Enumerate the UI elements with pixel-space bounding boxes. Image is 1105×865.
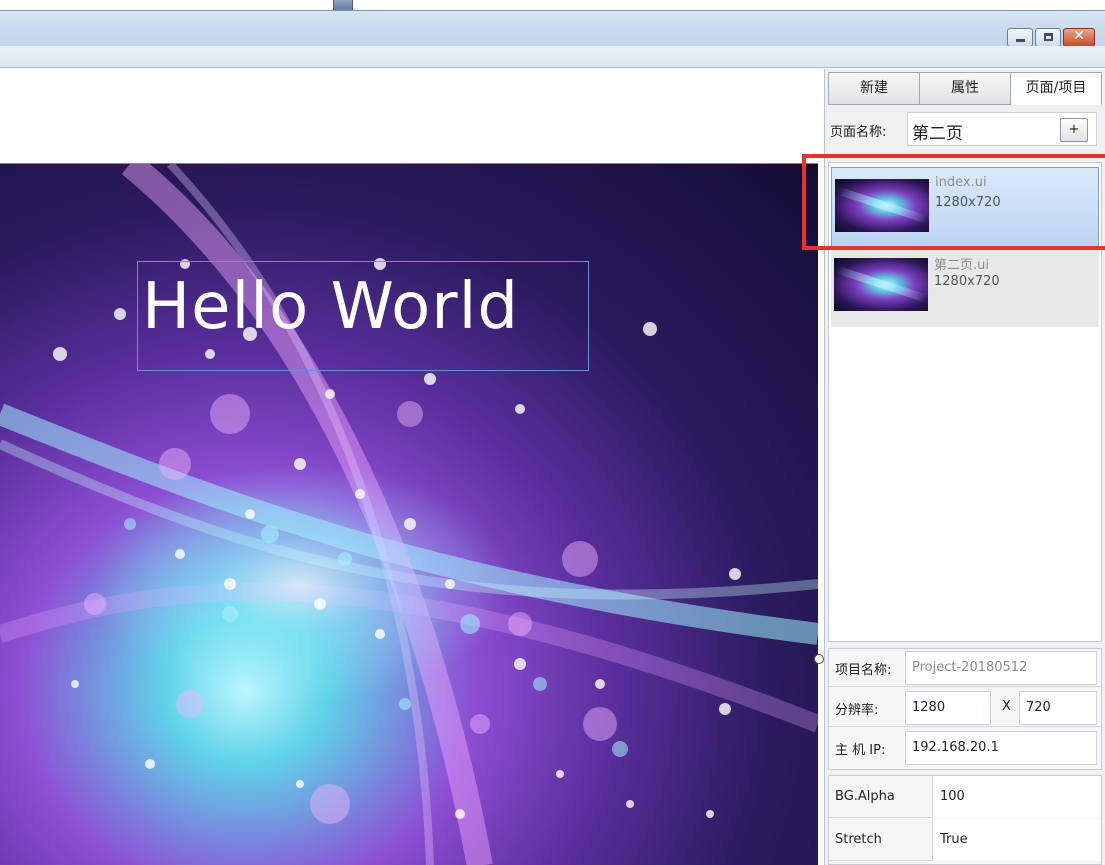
resolution-height-field[interactable]: 720 bbox=[1019, 691, 1097, 725]
maximize-button[interactable] bbox=[1035, 28, 1061, 47]
project-name-label: 项目名称: bbox=[835, 663, 892, 678]
design-canvas[interactable]: Hello World bbox=[0, 69, 824, 865]
property-key: Stretch bbox=[835, 832, 882, 847]
splitter-handle[interactable] bbox=[814, 654, 824, 664]
panel-tabs: 新建 属性 页面/项目 bbox=[828, 72, 1102, 105]
property-grid: BG.Alpha 100 Stretch True bbox=[828, 775, 1102, 865]
maximize-icon bbox=[1044, 33, 1053, 41]
host-ip-row: 主 机 IP: 192.168.20.1 bbox=[829, 729, 1101, 767]
property-row: Stretch True bbox=[829, 819, 1101, 861]
property-key: BG.Alpha bbox=[835, 789, 895, 804]
host-ip-field[interactable]: 192.168.20.1 bbox=[905, 731, 1097, 765]
project-name-field[interactable]: Project-20180512 bbox=[905, 651, 1097, 685]
selection-highlight bbox=[802, 154, 1105, 250]
resolution-separator: X bbox=[1002, 699, 1011, 714]
page-name-row: 页面名称: 第二页 + bbox=[828, 109, 1102, 149]
property-value[interactable]: 100 bbox=[932, 776, 1101, 818]
close-icon: ✕ bbox=[1073, 28, 1085, 44]
close-button[interactable]: ✕ bbox=[1063, 28, 1095, 47]
window-controls: ✕ bbox=[1005, 28, 1095, 47]
property-value[interactable]: True bbox=[932, 819, 1101, 861]
stage-preview[interactable]: Hello World bbox=[0, 163, 818, 865]
minimize-button[interactable] bbox=[1007, 28, 1033, 47]
add-page-button[interactable]: + bbox=[1060, 118, 1088, 142]
resolution-width-field[interactable]: 1280 bbox=[905, 691, 991, 725]
host-ip-label: 主 机 IP: bbox=[835, 743, 886, 758]
page-resolution: 1280x720 bbox=[934, 274, 1000, 289]
page-thumbnail bbox=[834, 258, 928, 311]
project-name-row: 项目名称: Project-20180512 bbox=[829, 649, 1101, 687]
page-file-name: 第二页.ui bbox=[934, 258, 989, 273]
hello-world-text[interactable]: Hello World bbox=[142, 266, 519, 349]
app-window: ✕ Hello World 新建 属性 页面/项目 页面名称: 第二页 + in… bbox=[0, 0, 1105, 865]
resolution-label: 分辨率: bbox=[835, 703, 879, 718]
taskbar-strip bbox=[0, 0, 1105, 12]
tab-new[interactable]: 新建 bbox=[828, 72, 920, 105]
tab-properties[interactable]: 属性 bbox=[920, 72, 1011, 105]
page-item-second[interactable]: 第二页.ui 1280x720 bbox=[831, 247, 1099, 327]
project-settings: 项目名称: Project-20180512 分辨率: 1280 X 720 主… bbox=[828, 648, 1102, 770]
page-name-label: 页面名称: bbox=[830, 125, 887, 140]
resolution-row: 分辨率: 1280 X 720 bbox=[829, 689, 1101, 727]
property-row: BG.Alpha 100 bbox=[829, 776, 1101, 818]
title-bar: ✕ bbox=[0, 10, 1105, 47]
menu-bar bbox=[0, 46, 1105, 68]
text-widget-frame[interactable]: Hello World bbox=[137, 261, 589, 371]
tab-page-project[interactable]: 页面/项目 bbox=[1011, 72, 1102, 105]
minimize-icon bbox=[1016, 39, 1025, 42]
